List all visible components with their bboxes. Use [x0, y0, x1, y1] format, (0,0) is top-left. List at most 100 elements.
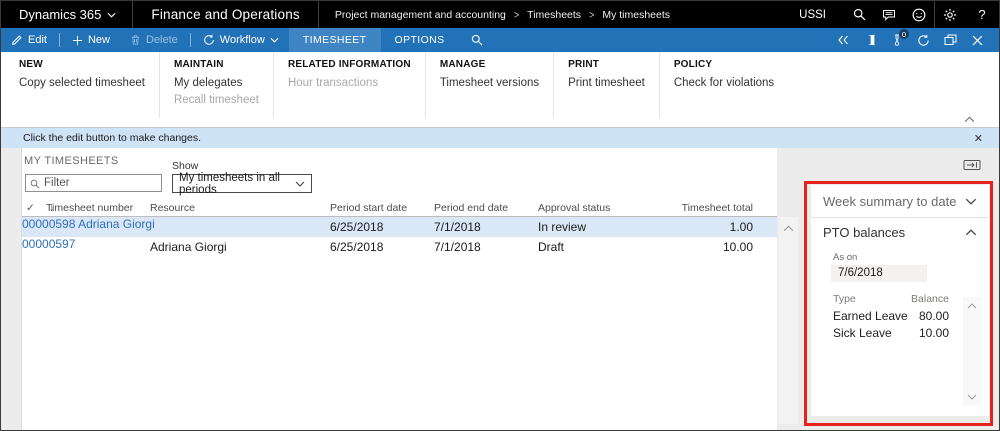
- ribbon-group-related-information: RELATED INFORMATION Hour transactions: [288, 52, 426, 118]
- week-summary-section-header[interactable]: Week summary to date: [811, 185, 989, 218]
- dynamics-365-menu[interactable]: Dynamics 365: [1, 7, 132, 22]
- trash-icon: [131, 35, 140, 45]
- show-label: Show: [172, 160, 199, 172]
- recall-timesheet-button[interactable]: Recall timesheet: [174, 92, 259, 109]
- feedback-smiley-icon[interactable]: [904, 1, 934, 28]
- workflow-icon: [203, 34, 214, 45]
- resource-link[interactable]: Adriana Giorgi: [78, 217, 155, 231]
- column-timesheet-total[interactable]: Timesheet total: [682, 202, 753, 214]
- pto-balances-section-header[interactable]: PTO balances: [811, 218, 989, 247]
- help-button[interactable]: ?: [965, 7, 999, 22]
- ribbon-group-maintain: MAINTAIN My delegates Recall timesheet: [174, 52, 274, 118]
- check-for-violations-button[interactable]: Check for violations: [674, 75, 774, 92]
- sort-descending-icon: ↓: [48, 202, 55, 214]
- grid-scrollbar[interactable]: [779, 217, 798, 424]
- scroll-down-icon[interactable]: [967, 394, 977, 400]
- ribbon: NEW Copy selected timesheet MAINTAIN My …: [1, 52, 999, 118]
- breadcrumb-section[interactable]: Timesheets: [527, 9, 581, 21]
- print-timesheet-button[interactable]: Print timesheet: [568, 75, 645, 92]
- refresh-icon[interactable]: [910, 28, 937, 52]
- show-period-dropdown[interactable]: My timesheets in all periods: [172, 172, 312, 196]
- ribbon-group-manage: MANAGE Timesheet versions: [440, 52, 555, 118]
- new-button[interactable]: New: [62, 28, 120, 52]
- tab-options[interactable]: OPTIONS: [381, 28, 459, 52]
- page-content: MY TIMESHEETS Show My timesheets in all …: [1, 148, 999, 430]
- pto-balance-cell: 80.00: [918, 309, 949, 323]
- tab-timesheet[interactable]: TIMESHEET: [288, 28, 381, 52]
- actionbar-search-icon[interactable]: [459, 28, 495, 52]
- app-name[interactable]: Finance and Operations: [133, 7, 318, 22]
- workflow-button[interactable]: Workflow: [193, 28, 289, 52]
- task-recorder-flask-icon[interactable]: 0: [883, 28, 910, 52]
- chevron-down-icon: [295, 181, 305, 187]
- delete-button[interactable]: Delete: [120, 28, 188, 52]
- timesheet-list-pane: MY TIMESHEETS Show My timesheets in all …: [21, 148, 777, 430]
- scroll-up-icon[interactable]: [967, 303, 977, 309]
- timesheet-number-link[interactable]: 00000598: [22, 217, 75, 231]
- open-in-new-window-icon[interactable]: [937, 28, 964, 52]
- column-balance: Balance: [911, 293, 949, 305]
- period-end-date-cell: 7/1/2018: [434, 220, 481, 234]
- timesheet-total-cell: 10.00: [722, 240, 753, 254]
- resource-cell: Adriana Giorgi: [150, 240, 227, 254]
- breadcrumb-page[interactable]: My timesheets: [602, 9, 670, 21]
- as-on-label: As on: [833, 252, 858, 263]
- search-icon[interactable]: [844, 1, 874, 28]
- factbox-scrollbar[interactable]: [963, 297, 981, 406]
- table-header-row: ✓ Timesheet number ↓ Resource Period sta…: [22, 202, 777, 217]
- office-icon[interactable]: [856, 28, 883, 52]
- period-start-date-cell: 6/25/2018: [330, 220, 384, 234]
- chevron-down-icon: [965, 198, 977, 205]
- breadcrumb-separator: >: [513, 8, 520, 21]
- pencil-icon: [11, 35, 22, 46]
- breadcrumb-module[interactable]: Project management and accounting: [335, 9, 506, 21]
- column-timesheet-number[interactable]: Timesheet number ↓: [46, 202, 133, 214]
- pto-type-cell: Sick Leave: [833, 326, 892, 340]
- timesheet-number-link[interactable]: 00000597: [22, 237, 75, 251]
- collapse-chevron-up-icon[interactable]: [964, 116, 975, 123]
- table-row[interactable]: 00000598 Adriana Giorgi 6/25/2018 7/1/20…: [22, 217, 777, 237]
- ribbon-collapse-strip: [1, 116, 999, 128]
- column-approval-status[interactable]: Approval status: [538, 202, 610, 214]
- breadcrumb-separator: >: [589, 8, 595, 21]
- chevron-down-icon: [270, 37, 279, 43]
- action-bar: Edit New Delete Workflow TIMESHEET OPTIO…: [1, 28, 999, 52]
- as-on-date-field[interactable]: 7/6/2018: [831, 265, 927, 282]
- select-all-checkmark[interactable]: ✓: [26, 202, 35, 214]
- period-end-date-cell: 7/1/2018: [434, 240, 481, 254]
- period-start-date-cell: 6/25/2018: [330, 240, 384, 254]
- filter-field: [25, 174, 162, 192]
- column-type: Type: [833, 293, 856, 305]
- filter-input[interactable]: [44, 175, 160, 191]
- column-resource[interactable]: Resource: [150, 202, 195, 214]
- column-period-start-date[interactable]: Period start date: [330, 202, 407, 214]
- collapse-ribbon-icon[interactable]: [829, 28, 856, 52]
- chevron-down-icon: [107, 12, 116, 18]
- column-period-end-date[interactable]: Period end date: [434, 202, 508, 214]
- edit-button[interactable]: Edit: [1, 28, 57, 52]
- message-center-icon[interactable]: [874, 1, 904, 28]
- timesheet-versions-button[interactable]: Timesheet versions: [440, 75, 539, 92]
- my-delegates-button[interactable]: My delegates: [174, 75, 259, 92]
- factbox-panel: Week summary to date PTO balances As on …: [811, 185, 989, 416]
- notification-badge: 0: [899, 29, 909, 39]
- company-picker[interactable]: USSI: [799, 9, 826, 21]
- product-name: Dynamics 365: [19, 7, 102, 22]
- ribbon-group-policy: POLICY Check for violations: [674, 52, 788, 118]
- notification-bar: Click the edit button to make changes. ✕: [1, 128, 999, 148]
- hour-transactions-button[interactable]: Hour transactions: [288, 75, 411, 92]
- plus-icon: [72, 35, 83, 45]
- divider: [189, 33, 191, 47]
- close-icon[interactable]: [964, 28, 991, 52]
- approval-status-cell: Draft: [538, 240, 565, 254]
- notification-close-icon[interactable]: ✕: [974, 132, 983, 145]
- notification-message: Click the edit button to make changes.: [23, 132, 202, 144]
- close-factbox-icon[interactable]: [963, 159, 981, 171]
- chevron-up-icon: [965, 229, 977, 236]
- top-navigation-bar: Dynamics 365 Finance and Operations Proj…: [1, 1, 999, 28]
- divider: [58, 33, 60, 47]
- settings-gear-icon[interactable]: [935, 1, 965, 28]
- scroll-up-icon[interactable]: [783, 225, 794, 232]
- copy-selected-timesheet-button[interactable]: Copy selected timesheet: [19, 75, 145, 92]
- table-row[interactable]: 00000597 Adriana Giorgi 6/25/2018 7/1/20…: [22, 237, 777, 257]
